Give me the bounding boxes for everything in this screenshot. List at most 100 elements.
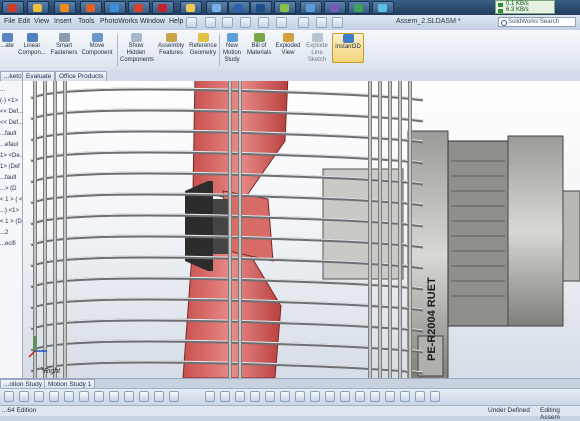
tree-item[interactable]: ...fault [0,131,16,137]
show-hidden-button[interactable]: Show Hidden Components [120,33,154,64]
menu-tools[interactable]: Tools [78,18,94,25]
section-view-icon[interactable] [235,391,245,402]
taskbar-app-button[interactable] [152,1,174,14]
pin-icon[interactable] [186,17,197,28]
taskbar-app-button[interactable] [274,1,296,14]
feature-manager-tree[interactable]: ... (-) <1> << Def... << Def... ...fault ...e… [0,81,25,378]
render-icon[interactable] [430,391,440,402]
zoom-fit-icon[interactable] [250,391,260,402]
tree-item[interactable]: 1> (Def [0,164,20,170]
display-style-icon[interactable] [355,391,365,402]
menu-edit[interactable]: Edit [18,18,30,25]
menu-file[interactable]: File [4,18,15,25]
search-input[interactable]: SolidWorks Search [498,17,576,27]
tree-item[interactable]: (-) <1> [0,98,18,104]
measure-icon[interactable] [49,391,59,402]
new-document-icon[interactable] [205,17,216,28]
menu-insert[interactable]: Insert [54,18,72,25]
taskbar-app-button[interactable] [206,1,228,14]
tree-item[interactable]: ... [0,87,5,93]
balloon-icon[interactable] [79,391,89,402]
tree-item[interactable]: ...) <1> [0,208,19,214]
open-icon[interactable] [222,17,233,28]
bill-of-materials-button[interactable]: Bill of Materials [247,33,271,57]
reference-geometry-button[interactable]: Reference Geometry [188,33,218,57]
wireframe-icon[interactable] [325,391,335,402]
lights-icon[interactable] [400,391,410,402]
fan-assembly-model[interactable]: PE-R2004 RUET *Right [23,81,580,378]
edit-component-button[interactable]: ...ate [0,33,14,50]
hidden-lines-icon[interactable] [340,391,350,402]
weld-icon[interactable] [94,391,104,402]
assembly-features-button[interactable]: Assembly Features [155,33,187,57]
pan-icon[interactable] [295,391,305,402]
taskbar-app-button[interactable] [348,1,370,14]
rebuild-icon[interactable] [316,17,327,28]
tree-item[interactable]: ...fault [0,175,16,181]
linear-pattern-button[interactable]: Linear Compon... [16,33,48,57]
tree-item[interactable]: < 1 > ( < [0,197,23,203]
tree-item[interactable]: 1> <De... [0,153,25,159]
tree-item[interactable]: < 1 > (D [0,219,22,225]
tab-office-products[interactable]: Office Products [55,71,108,81]
undo-icon[interactable] [276,17,287,28]
ribbon-label: Explode Line Sketch [306,43,328,63]
graphics-area[interactable]: PE-R2004 RUET *Right [23,81,580,378]
taskbar-app-button[interactable] [2,1,24,14]
layer-icon[interactable] [154,391,164,402]
menu-window[interactable]: Window [140,18,165,25]
options-icon[interactable] [332,17,343,28]
explode-line-sketch-button[interactable]: Explode Line Sketch [303,33,331,64]
menu-view[interactable]: View [34,18,49,25]
shaded-icon[interactable] [310,391,320,402]
taskbar-app-button[interactable] [228,1,250,14]
hole-icon[interactable] [109,391,119,402]
taskbar-app-button[interactable] [300,1,322,14]
menu-photoworks[interactable]: PhotoWorks [100,18,138,25]
tree-item[interactable]: ...2 [0,230,8,236]
tree-item[interactable]: ...> (D [0,186,17,192]
exploded-view-button[interactable]: Exploded View [275,33,301,57]
instant3d-button[interactable]: Instant3D [332,33,364,63]
note-icon[interactable] [64,391,74,402]
tab-evaluate[interactable]: Evaluate [22,71,56,81]
taskbar-app-button[interactable] [80,1,102,14]
camera-icon[interactable] [415,391,425,402]
paint-icon [280,4,289,12]
tree-item[interactable]: << Def... [0,109,23,115]
status-editing: Editing Assem [540,407,560,421]
taskbar-app-button[interactable] [54,1,76,14]
zoom-area-icon[interactable] [265,391,275,402]
arrow-icon[interactable] [205,391,215,402]
guard-spoke [388,81,392,378]
taskbar-app-button[interactable] [372,1,394,14]
tree-item[interactable]: ...ecifi [0,241,16,247]
taskbar-app-button[interactable] [104,1,126,14]
taskbar-app-button[interactable] [324,1,346,14]
ribbon-label: Reference Geometry [189,43,217,56]
view-orient-icon[interactable] [220,391,230,402]
tree-item[interactable]: << Def... [0,120,23,126]
appearance-icon[interactable] [370,391,380,402]
smart-fasteners-button[interactable]: Smart Fasteners [50,33,78,57]
scene-icon[interactable] [385,391,395,402]
color-icon[interactable] [169,391,179,402]
guard-spoke [378,81,382,378]
menu-help[interactable]: Help [169,18,183,25]
cursor-icon[interactable] [4,391,14,402]
save-icon[interactable] [240,17,251,28]
rotate-icon[interactable] [280,391,290,402]
tree-item[interactable]: ...efaul [0,142,18,148]
taskbar-app-button[interactable] [27,1,49,14]
table-icon[interactable] [124,391,134,402]
taskbar-app-button[interactable] [250,1,272,14]
taskbar-app-button[interactable] [128,1,150,14]
new-motion-study-button[interactable]: New Motion Study [221,33,243,64]
pattern-icon[interactable] [139,391,149,402]
select-icon[interactable] [298,17,309,28]
dimension-icon[interactable] [34,391,44,402]
print-icon[interactable] [258,17,269,28]
sigma-icon[interactable] [19,391,29,402]
taskbar-app-button[interactable] [180,1,202,14]
move-component-button[interactable]: Move Component [80,33,114,57]
